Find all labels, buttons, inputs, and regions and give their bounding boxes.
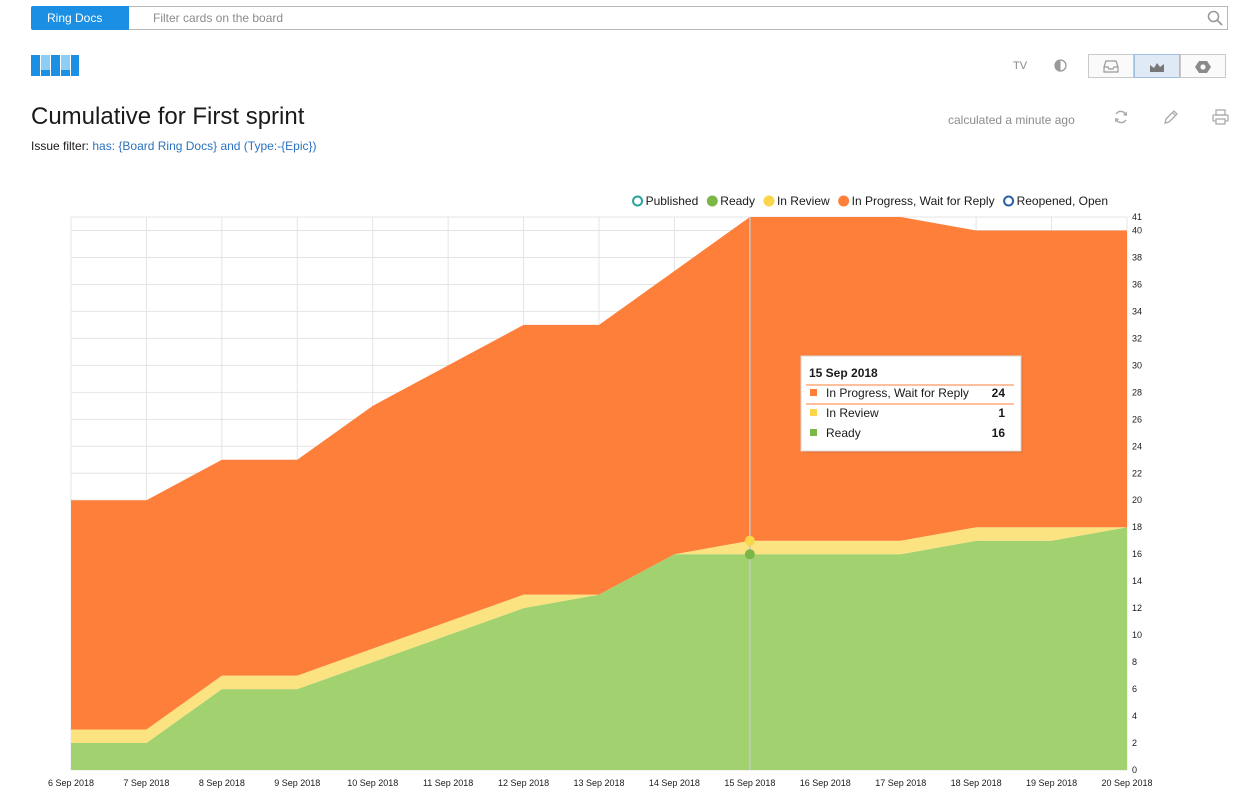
y-tick-label: 6 [1132,684,1137,694]
edit-icon[interactable] [1163,109,1179,125]
legend-label: Ready [720,194,755,208]
legend-marker [706,195,718,207]
issue-filter-query-link[interactable]: has: {Board Ring Docs} and (Type:-{Epic}… [92,139,316,153]
y-tick-label: 24 [1132,441,1142,451]
y-tick-label: 32 [1132,333,1142,343]
legend-label: Reopened, Open [1017,194,1108,208]
calculated-status: calculated a minute ago [948,113,1075,127]
x-tick-label: 18 Sep 2018 [951,778,1002,788]
y-tick-label: 0 [1132,765,1137,775]
y-tick-label: 18 [1132,522,1142,532]
y-tick-label: 40 [1132,225,1142,235]
legend-marker [632,195,644,207]
y-tick-label: 34 [1132,306,1142,316]
chart-icon [1150,63,1164,72]
x-tick-label: 14 Sep 2018 [649,778,700,788]
x-tick-label: 11 Sep 2018 [423,778,473,788]
x-tick-label: 15 Sep 2018 [724,778,775,788]
y-tick-label: 10 [1132,630,1142,640]
y-tick-label: 12 [1132,603,1142,613]
legend-label: Published [646,194,699,208]
legend-marker [838,195,850,207]
y-tick-label: 22 [1132,468,1142,478]
settings-view-button[interactable] [1180,54,1226,78]
y-tick-label: 38 [1132,252,1142,262]
reports-view-button[interactable] [1134,54,1180,78]
x-tick-label: 9 Sep 2018 [274,778,320,788]
legend-label: In Progress, Wait for Reply [852,194,995,208]
y-tick-label: 30 [1132,360,1142,370]
legend-marker [763,195,775,207]
tooltip-series-label: Ready [826,426,861,440]
tv-mode-toggle[interactable]: TV [1013,60,1027,72]
board-view-button[interactable] [1088,54,1134,78]
x-tick-label: 19 Sep 2018 [1026,778,1077,788]
x-tick-label: 10 Sep 2018 [347,778,398,788]
x-tick-label: 7 Sep 2018 [123,778,169,788]
issue-filter-label: Issue filter: [31,139,90,153]
hover-point-in-review [744,535,755,546]
legend-label: In Review [777,194,830,208]
y-tick-label: 2 [1132,738,1137,748]
tooltip-series-label: In Review [826,406,879,420]
settings-icon [1195,61,1211,73]
inbox-icon [1103,60,1119,73]
hover-point-ready [744,549,755,560]
y-tick-label: 20 [1132,495,1142,505]
page-title: Cumulative for First sprint [31,103,305,130]
y-tick-label: 26 [1132,414,1142,424]
tooltip-series-value: 16 [992,426,1006,440]
tooltip-swatch [810,409,817,416]
contrast-icon[interactable] [1054,59,1067,72]
y-tick-label: 28 [1132,387,1142,397]
board-logo-icon[interactable] [31,55,79,76]
cumulative-flow-chart: 0246810121416182022242628303234363840416… [48,194,1153,788]
tooltip-swatch [810,429,817,436]
x-tick-label: 20 Sep 2018 [1101,778,1152,788]
tooltip-date: 15 Sep 2018 [809,366,878,380]
y-tick-label: 16 [1132,549,1142,559]
x-tick-label: 13 Sep 2018 [573,778,624,788]
y-tick-label: 14 [1132,576,1142,586]
x-tick-label: 8 Sep 2018 [199,778,245,788]
print-icon[interactable] [1212,109,1229,125]
x-tick-label: 12 Sep 2018 [498,778,549,788]
tooltip-series-value: 1 [998,406,1005,420]
y-tick-label: 4 [1132,711,1137,721]
issue-filter: Issue filter: has: {Board Ring Docs} and… [31,139,317,153]
x-tick-label: 17 Sep 2018 [875,778,926,788]
tooltip-series-value: 24 [992,386,1006,400]
y-tick-label: 8 [1132,657,1137,667]
y-tick-label: 36 [1132,279,1142,289]
x-tick-label: 6 Sep 2018 [48,778,94,788]
y-tick-label: 41 [1132,212,1142,222]
legend-marker [1003,195,1015,207]
board-selector-button[interactable]: Ring Docs [31,6,129,30]
tooltip-series-label: In Progress, Wait for Reply [826,386,969,400]
search-icon[interactable] [1206,9,1224,27]
x-tick-label: 16 Sep 2018 [800,778,851,788]
tooltip-swatch [810,389,817,396]
search-bar: Ring Docs ▼ [31,6,1228,30]
search-input[interactable] [129,6,1228,30]
refresh-icon[interactable] [1113,109,1129,125]
